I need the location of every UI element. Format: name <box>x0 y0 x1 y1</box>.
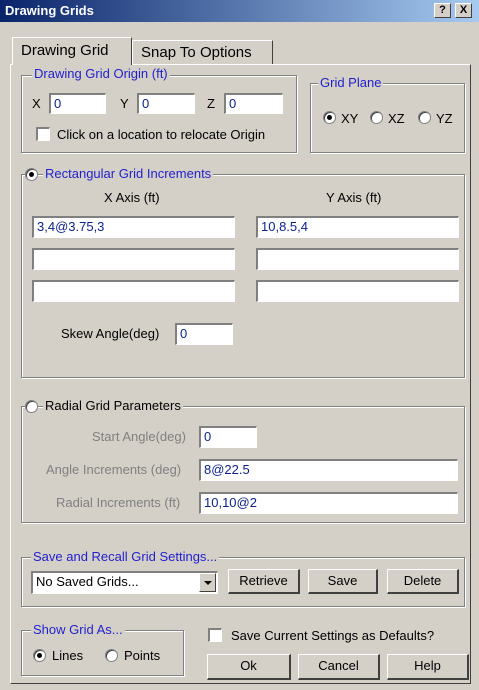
x-axis-header: X Axis (ft) <box>104 190 160 205</box>
plane-xy-radio[interactable] <box>323 111 336 124</box>
angle-increments-label: Angle Increments (deg) <box>46 462 182 477</box>
y-label: Y <box>120 96 129 111</box>
radial-increments-label: Radial Increments (ft) <box>56 495 181 510</box>
x-axis-input-2[interactable] <box>32 248 235 270</box>
window-title: Drawing Grids <box>5 3 94 18</box>
z-label: Z <box>207 96 215 111</box>
rect-legend: Rectangular Grid Increments <box>43 166 214 181</box>
plane-yz-radio[interactable] <box>418 111 431 124</box>
x-label: X <box>32 96 41 111</box>
saved-grids-combo-value: No Saved Grids... <box>36 574 139 589</box>
title-bar: Drawing Grids ? X <box>0 0 479 22</box>
show-grid-as-legend: Show Grid As... <box>31 622 125 637</box>
start-angle-label: Start Angle(deg) <box>92 429 186 444</box>
close-icon[interactable]: X <box>455 3 472 18</box>
relocate-origin-label: Click on a location to relocate Origin <box>57 127 266 142</box>
y-axis-input-2[interactable] <box>256 248 459 270</box>
origin-x-input[interactable]: 0 <box>49 93 106 114</box>
chevron-down-icon[interactable] <box>199 573 216 592</box>
show-points-label: Points <box>124 648 161 663</box>
show-points-radio[interactable] <box>105 649 118 662</box>
save-defaults-checkbox[interactable] <box>208 628 222 642</box>
x-axis-input-3[interactable] <box>32 280 235 302</box>
tab-snap-to-options[interactable]: Snap To Options <box>132 40 273 65</box>
cancel-button[interactable]: Cancel <box>298 654 380 680</box>
show-lines-radio[interactable] <box>33 649 46 662</box>
grid-plane-legend: Grid Plane <box>318 75 384 90</box>
start-angle-input[interactable]: 0 <box>199 426 257 448</box>
plane-xz-label: XZ <box>388 111 405 126</box>
plane-xy-label: XY <box>341 111 359 126</box>
delete-button[interactable]: Delete <box>387 569 459 594</box>
help-icon[interactable]: ? <box>434 3 451 18</box>
relocate-origin-checkbox[interactable] <box>36 127 50 141</box>
rect-group <box>21 174 465 378</box>
tab-drawing-grid[interactable]: Drawing Grid <box>12 37 132 65</box>
y-axis-input-3[interactable] <box>256 280 459 302</box>
save-recall-legend: Save and Recall Grid Settings... <box>31 549 220 564</box>
origin-z-input[interactable]: 0 <box>224 93 283 114</box>
plane-yz-label: YZ <box>436 111 453 126</box>
skew-angle-input[interactable]: 0 <box>175 323 233 345</box>
save-button[interactable]: Save <box>308 569 378 594</box>
origin-y-input[interactable]: 0 <box>137 93 195 114</box>
save-defaults-label: Save Current Settings as Defaults? <box>231 628 435 643</box>
rect-grid-radio[interactable] <box>25 168 38 181</box>
radial-increments-input[interactable]: 10,10@2 <box>199 492 458 514</box>
help-button[interactable]: Help <box>387 654 469 680</box>
angle-increments-input[interactable]: 8@22.5 <box>199 459 458 481</box>
y-axis-input-1[interactable]: 10,8.5,4 <box>256 216 459 238</box>
ok-button[interactable]: Ok <box>207 654 291 680</box>
retrieve-button[interactable]: Retrieve <box>228 569 300 594</box>
x-axis-input-1[interactable]: 3,4@3.75,3 <box>32 216 235 238</box>
y-axis-header: Y Axis (ft) <box>326 190 382 205</box>
plane-xz-radio[interactable] <box>370 111 383 124</box>
show-lines-label: Lines <box>52 648 84 663</box>
radial-legend: Radial Grid Parameters <box>43 398 183 413</box>
saved-grids-combo[interactable]: No Saved Grids... <box>31 571 218 594</box>
radial-grid-radio[interactable] <box>25 400 38 413</box>
skew-angle-label: Skew Angle(deg) <box>61 326 160 341</box>
origin-legend: Drawing Grid Origin (ft) <box>32 66 170 81</box>
